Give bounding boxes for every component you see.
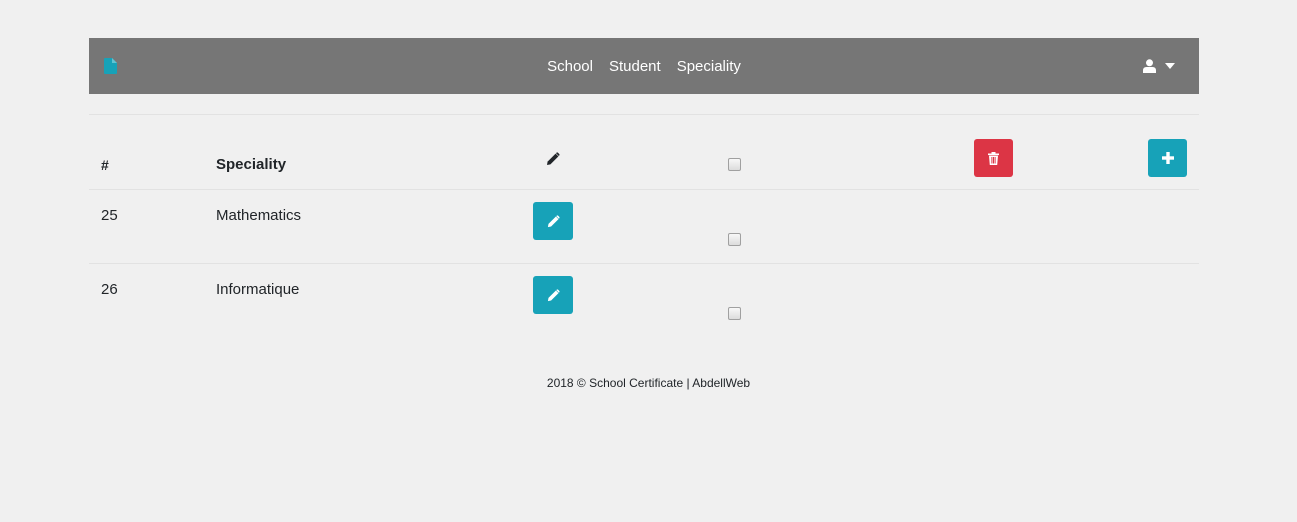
footer-text: 2018 © School Certificate | AbdellWeb: [546, 376, 751, 390]
user-menu[interactable]: [1143, 58, 1175, 74]
row-checkbox[interactable]: [728, 233, 741, 246]
nav-links: School Student Speciality: [89, 38, 1199, 94]
select-all-checkbox[interactable]: [728, 158, 741, 171]
pencil-icon: [547, 152, 560, 165]
row-speciality: Informatique: [216, 281, 300, 298]
row-id: 25: [101, 207, 118, 224]
nav-link-student[interactable]: Student: [609, 58, 661, 75]
pencil-icon: [547, 214, 560, 227]
speciality-table: # Speciality 25 Mathematics 26 Informati…: [89, 114, 1199, 337]
header-speciality: Speciality: [216, 156, 287, 173]
edit-button[interactable]: [533, 202, 573, 240]
top-navbar: School Student Speciality: [89, 38, 1199, 94]
caret-down-icon: [1165, 63, 1175, 69]
row-id: 26: [101, 281, 118, 298]
add-button[interactable]: [1148, 139, 1187, 177]
edit-button[interactable]: [533, 276, 573, 314]
row-speciality: Mathematics: [216, 207, 302, 224]
row-checkbox[interactable]: [728, 307, 741, 320]
plus-icon: [1161, 152, 1174, 164]
user-icon: [1143, 59, 1156, 73]
nav-link-speciality[interactable]: Speciality: [677, 58, 741, 75]
nav-link-school[interactable]: School: [547, 58, 593, 75]
table-header-row: # Speciality: [89, 115, 1199, 190]
delete-button[interactable]: [974, 139, 1013, 177]
table-row: 25 Mathematics: [89, 190, 1199, 264]
trash-icon: [988, 151, 999, 165]
pencil-icon: [547, 288, 560, 301]
header-num: #: [101, 157, 109, 173]
table-row: 26 Informatique: [89, 264, 1199, 337]
